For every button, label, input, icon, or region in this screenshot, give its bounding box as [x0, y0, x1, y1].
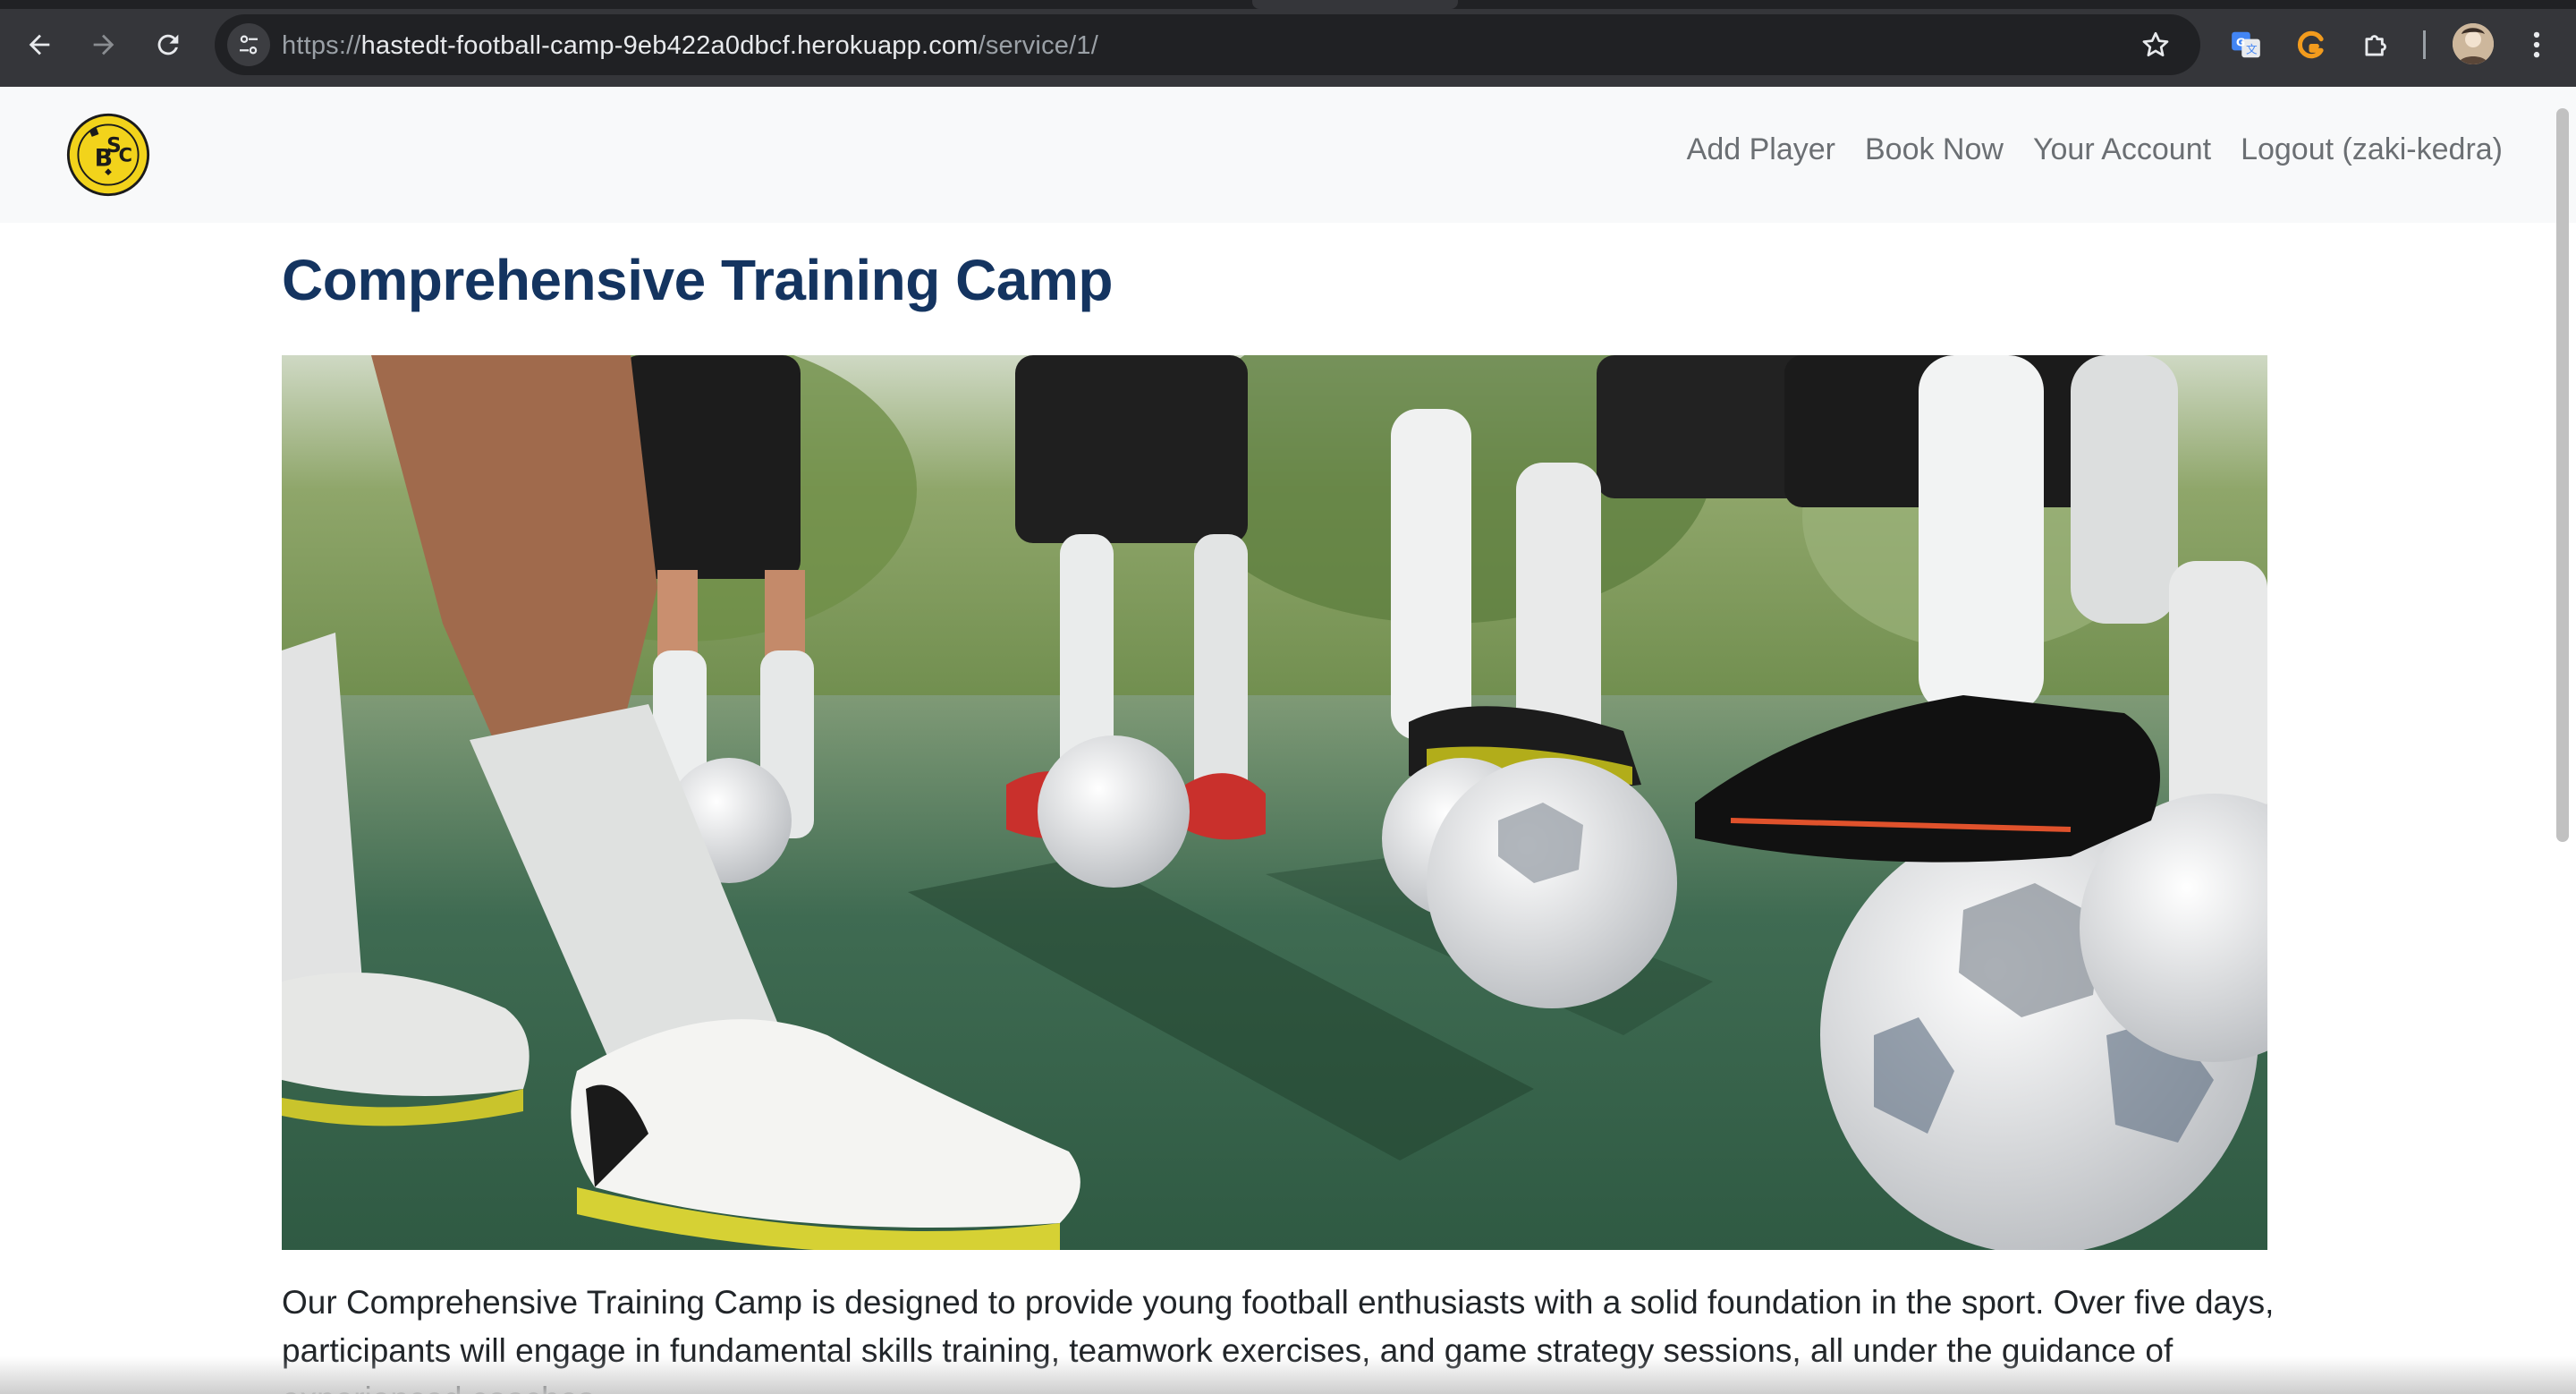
logo-letter-c: C — [119, 144, 133, 166]
translate-extension-button[interactable]: G 文 — [2224, 23, 2267, 66]
url-scheme: https:// — [282, 31, 361, 60]
viewport-bottom-shadow — [0, 1356, 2576, 1394]
puzzle-icon — [2365, 35, 2386, 56]
reload-icon — [157, 34, 179, 55]
url-text[interactable]: https://hastedt-football-camp-9eb422a0db… — [282, 30, 1098, 61]
star-icon — [2142, 31, 2169, 57]
page-scrollbar-thumb[interactable] — [2556, 108, 2569, 842]
profile-picture — [2453, 23, 2494, 64]
grammar-extension-icon — [2297, 30, 2324, 59]
svg-text:文: 文 — [2246, 43, 2258, 56]
football-training-photo — [282, 355, 2267, 1250]
back-button[interactable] — [18, 23, 61, 66]
nav-link-your-account[interactable]: Your Account — [2033, 132, 2211, 167]
nav-link-book-now[interactable]: Book Now — [1865, 132, 2004, 167]
back-arrow-icon — [29, 34, 50, 55]
toolbar-divider — [2423, 30, 2426, 59]
tab-strip — [0, 0, 2576, 9]
site-info-icon — [240, 35, 258, 55]
chrome-menu-button[interactable] — [2515, 23, 2558, 66]
nav-links: Add Player Book Now Your Account Logout … — [1687, 132, 2503, 167]
page-viewport: B S C Add Player Book Now Your Account L… — [0, 87, 2576, 1394]
page-title: Comprehensive Training Camp — [282, 248, 1113, 312]
bookmark-button[interactable] — [2138, 27, 2174, 63]
forward-arrow-icon — [93, 34, 114, 55]
forward-button[interactable] — [82, 23, 125, 66]
club-logo[interactable]: B S C — [65, 112, 151, 198]
reload-button[interactable] — [147, 23, 190, 66]
service-image — [282, 355, 2267, 1250]
kebab-menu-icon — [2533, 31, 2540, 58]
nav-link-add-player[interactable]: Add Player — [1687, 132, 1835, 167]
svg-text:G: G — [2236, 36, 2245, 49]
url-host: hastedt-football-camp-9eb422a0dbcf.herok… — [360, 31, 979, 60]
site-info-button[interactable] — [227, 23, 270, 66]
grammar-extension-button[interactable] — [2290, 23, 2333, 66]
profile-avatar[interactable] — [2453, 23, 2494, 64]
site-navbar: B S C Add Player Book Now Your Account L… — [0, 87, 2576, 223]
active-tab[interactable] — [1252, 0, 1458, 9]
address-bar[interactable]: https://hastedt-football-camp-9eb422a0db… — [215, 14, 2200, 75]
url-path: /service/1/ — [978, 31, 1098, 60]
nav-link-logout[interactable]: Logout (zaki-kedra) — [2241, 132, 2503, 167]
translate-icon: G 文 — [2232, 31, 2260, 58]
extensions-button[interactable] — [2355, 23, 2398, 66]
browser-toolbar: https://hastedt-football-camp-9eb422a0db… — [0, 0, 2576, 87]
